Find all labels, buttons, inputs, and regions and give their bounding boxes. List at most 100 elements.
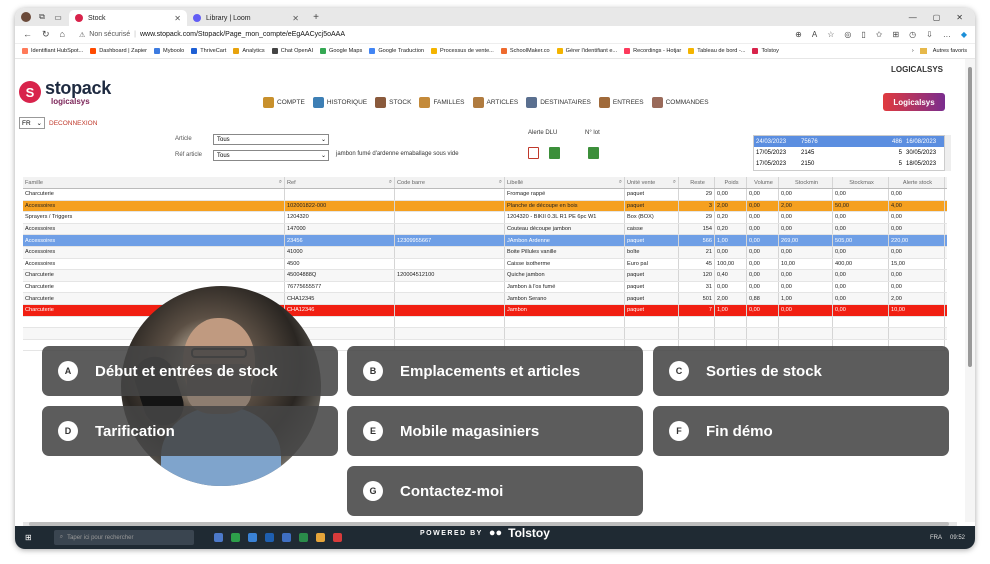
minimize-icon[interactable]: — bbox=[909, 13, 917, 22]
table-row[interactable]: Accessoires 4500 Caisse isotherme Euro pal 4… bbox=[23, 258, 947, 271]
column-header[interactable]: Stockmax bbox=[833, 177, 889, 188]
table-row[interactable]: Charcuterie CHA12345 Jambon Serano paquet 50… bbox=[23, 293, 947, 305]
bookmark-item[interactable]: Analytics bbox=[233, 48, 265, 54]
column-header[interactable]: Volume bbox=[747, 177, 779, 188]
dlu-alert-list[interactable]: 24/03/2023 75676 486 16/08/2023 17/05/2023 21… bbox=[753, 135, 945, 171]
download-icon[interactable]: ⇩ bbox=[926, 30, 933, 39]
article-select[interactable]: Tous ⌄ bbox=[213, 134, 329, 145]
dlu-row[interactable]: 17/05/2023 2150 5 18/05/2023 bbox=[754, 158, 944, 169]
excel-export-icon[interactable] bbox=[549, 147, 560, 159]
bookmark-item[interactable]: Processus de vente... bbox=[431, 48, 494, 54]
search-icon[interactable]: ⌕ bbox=[673, 179, 676, 186]
split-screen-icon[interactable]: ▯ bbox=[861, 30, 865, 39]
logicalsys-badge[interactable]: Logicalsys bbox=[883, 93, 945, 111]
excel-icon[interactable] bbox=[298, 533, 308, 542]
bookmark-item[interactable]: ThriveCart bbox=[191, 48, 226, 54]
bookmark-item[interactable]: Chat OpenAI bbox=[271, 48, 313, 54]
table-row[interactable]: Charcuterie 76775655577 Jambon à l'os fumé… bbox=[23, 281, 947, 294]
option-e-button[interactable]: E Mobile magasiniers bbox=[347, 406, 643, 456]
collections-icon[interactable]: ⊞ bbox=[892, 30, 899, 39]
dlu-scrollbar[interactable] bbox=[945, 135, 951, 171]
favorites-icon[interactable]: ✩ bbox=[876, 30, 883, 39]
close-icon[interactable]: ✕ bbox=[174, 14, 181, 23]
stopack-logo[interactable]: S stopack logicalsys bbox=[19, 78, 119, 109]
edge-icon[interactable] bbox=[247, 533, 257, 542]
dlu-row[interactable]: 17/05/2023 2145 5 30/05/2023 bbox=[754, 147, 944, 158]
workspaces-icon[interactable]: ⧉ bbox=[37, 12, 47, 22]
logout-link[interactable]: DECONNEXION bbox=[49, 120, 97, 127]
scroll-thumb[interactable] bbox=[968, 67, 972, 367]
menu-item-entrees[interactable]: ENTREES bbox=[598, 97, 644, 108]
option-g-button[interactable]: G Contactez-moi bbox=[347, 466, 643, 516]
menu-item-stock[interactable]: STOCK bbox=[375, 97, 411, 108]
column-header[interactable]: Libellé ⌕ bbox=[505, 177, 625, 188]
bookmark-item[interactable]: SchoolMaker.co bbox=[500, 48, 550, 54]
option-a-button[interactable]: A Début et entrées de stock bbox=[42, 346, 338, 396]
option-f-button[interactable]: F Fin démo bbox=[653, 406, 949, 456]
table-row[interactable]: Accessoires 147000 Couteau découpe jambon c… bbox=[23, 223, 947, 236]
tray-language[interactable]: FRA bbox=[930, 535, 942, 541]
menu-item-articles[interactable]: ARTICLES bbox=[472, 97, 518, 108]
app-icon[interactable] bbox=[332, 533, 342, 542]
favorite-star-icon[interactable]: ☆ bbox=[827, 30, 834, 39]
close-icon[interactable]: ✕ bbox=[292, 14, 299, 23]
history-icon[interactable]: ◷ bbox=[909, 30, 916, 39]
bookmark-item[interactable]: Tolstoy bbox=[752, 48, 779, 54]
powered-by-tolstoy[interactable]: POWERED BY ●● Tolstoy bbox=[420, 526, 550, 540]
zoom-icon[interactable]: ⊕ bbox=[795, 30, 802, 39]
url-text[interactable]: www.stopack.com/Stopack/Page_mon_compte/… bbox=[140, 31, 345, 38]
ref-article-select[interactable]: Tous ⌄ bbox=[213, 150, 329, 161]
table-row[interactable]: Accessoires 102001822-000 Planche de décou… bbox=[23, 200, 947, 213]
column-header[interactable]: Poids bbox=[715, 177, 747, 188]
profile-avatar-icon[interactable] bbox=[21, 12, 31, 22]
bookmark-item[interactable]: Tableau de bord -... bbox=[688, 48, 745, 54]
tray-clock[interactable]: 09:52 bbox=[950, 535, 965, 541]
table-row[interactable]: Accessoires 41000 Boite Pillules vanille bo… bbox=[23, 246, 947, 259]
browser-tab[interactable]: Stock ✕ bbox=[69, 10, 187, 26]
bookmark-item[interactable]: Myboolo bbox=[154, 48, 184, 54]
new-tab-icon[interactable]: + bbox=[311, 12, 321, 23]
search-icon[interactable]: ⌕ bbox=[619, 179, 622, 186]
taskbar-search[interactable]: ⌕ Taper ici pour rechercher bbox=[53, 530, 194, 545]
url-field[interactable]: ⚠ Non sécurisé | www.stopack.com/Stopack… bbox=[79, 31, 345, 39]
explorer-icon[interactable] bbox=[315, 533, 325, 542]
browser-tab[interactable]: Library | Loom ✕ bbox=[187, 10, 305, 26]
home-icon[interactable]: ⌂ bbox=[60, 29, 65, 40]
outlook-icon[interactable] bbox=[264, 533, 274, 542]
menu-item-destinataires[interactable]: DESTINATAIRES bbox=[526, 97, 591, 108]
option-b-button[interactable]: B Emplacements et articles bbox=[347, 346, 643, 396]
search-icon[interactable]: ⌕ bbox=[499, 179, 502, 186]
bookmark-item[interactable]: Google Maps bbox=[320, 48, 362, 54]
column-header[interactable]: Reste bbox=[679, 177, 715, 188]
bookmark-item[interactable]: Dashboard | Zapier bbox=[90, 48, 147, 54]
pdf-export-icon[interactable] bbox=[528, 147, 539, 159]
page-scrollbar[interactable] bbox=[965, 59, 975, 522]
excel-export-lot-icon[interactable] bbox=[588, 147, 599, 159]
column-header[interactable]: Ref ⌕ bbox=[285, 177, 395, 188]
read-aloud-icon[interactable]: A bbox=[812, 30, 817, 39]
menu-item-commandes[interactable]: COMMANDES bbox=[651, 97, 709, 108]
menu-item-compte[interactable]: COMPTE bbox=[263, 97, 305, 108]
bookmark-item[interactable]: Identifiant HubSpot... bbox=[22, 48, 83, 54]
column-header[interactable]: Alerte stock bbox=[889, 177, 945, 188]
search-icon[interactable]: ⌕ bbox=[389, 179, 392, 186]
other-bookmarks[interactable]: Autres favoris bbox=[933, 48, 967, 54]
option-d-button[interactable]: D Tarification bbox=[42, 406, 338, 456]
dlu-row[interactable]: 24/03/2023 75676 486 16/08/2023 bbox=[754, 136, 944, 147]
menu-item-familles[interactable]: FAMILLES bbox=[419, 97, 465, 108]
chevron-right-icon[interactable]: › bbox=[912, 48, 914, 54]
close-window-icon[interactable]: ✕ bbox=[956, 13, 963, 22]
bookmark-item[interactable]: Google Traduction bbox=[369, 48, 424, 54]
more-icon[interactable]: … bbox=[943, 30, 951, 39]
bookmark-item[interactable]: Gérer l'identifiant e... bbox=[556, 48, 617, 54]
windows-start-icon[interactable]: ⊞ bbox=[25, 533, 32, 542]
table-row[interactable]: Accessoires 23456 12309955667 JAmbon Ardenn… bbox=[23, 235, 947, 247]
bookmark-item[interactable]: Recordings - Hotjar bbox=[624, 48, 681, 54]
tab-actions-icon[interactable]: ▭ bbox=[53, 12, 63, 22]
column-header[interactable]: Famille ⌕ bbox=[23, 177, 285, 188]
column-header[interactable]: Unité vente ⌕ bbox=[625, 177, 679, 188]
column-header[interactable]: Stockmin bbox=[779, 177, 833, 188]
option-c-button[interactable]: C Sorties de stock bbox=[653, 346, 949, 396]
search-icon[interactable]: ⌕ bbox=[279, 179, 282, 186]
back-icon[interactable]: ← bbox=[23, 29, 32, 40]
